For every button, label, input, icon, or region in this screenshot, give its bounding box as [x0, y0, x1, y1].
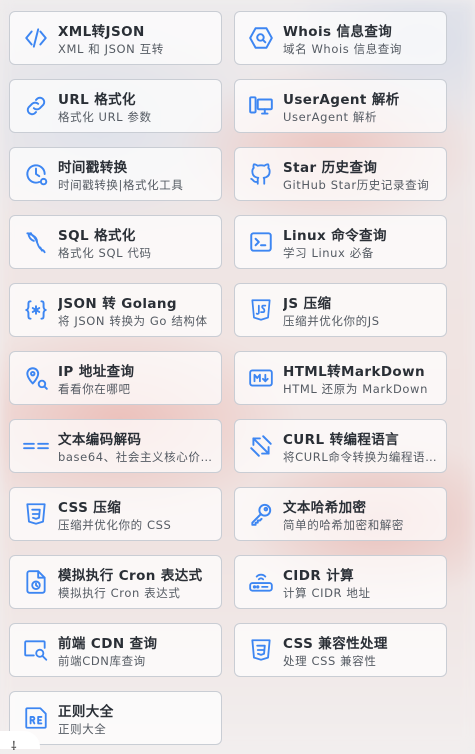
tool-title: Linux 命令查询	[283, 228, 387, 244]
tool-title: 前端 CDN 查询	[58, 636, 158, 652]
tool-title: URL 格式化	[58, 92, 136, 108]
tool-title: JSON 转 Golang	[58, 296, 177, 312]
equals-icon	[23, 433, 49, 459]
regex-icon	[23, 705, 49, 731]
tool-card-js-minify[interactable]: JS 压缩 压缩并优化你的JS	[234, 283, 447, 337]
tool-desc: 计算 CIDR 地址	[283, 586, 371, 600]
terminal-icon	[248, 229, 274, 255]
tool-card-url-format[interactable]: URL 格式化 格式化 URL 参数	[9, 79, 222, 133]
tool-card-whois[interactable]: Whois 信息查询 域名 Whois 信息查询	[234, 11, 447, 65]
search-screen-icon	[23, 637, 49, 663]
tool-desc: 看看你在哪吧	[58, 382, 131, 396]
tool-desc: 简单的哈希加密和解密	[283, 518, 404, 532]
tool-card-text-hash[interactable]: 文本哈希加密 简单的哈希加密和解密	[234, 487, 447, 541]
tool-card-cdn-lookup[interactable]: 前端 CDN 查询 前端CDN库查询	[9, 623, 222, 677]
tool-desc: 前端CDN库查询	[58, 654, 146, 668]
tool-title: 时间戳转换	[58, 160, 128, 176]
tool-desc: GitHub Star历史记录查询	[283, 178, 430, 192]
css-badge-icon	[248, 637, 274, 663]
tool-title: CSS 压缩	[58, 500, 122, 516]
tool-title: 正则大全	[58, 704, 114, 720]
tool-desc: 处理 CSS 兼容性	[283, 654, 377, 668]
tool-desc: base64、社会主义核心价值观编码	[58, 450, 216, 464]
tool-card-linux-command[interactable]: Linux 命令查询 学习 Linux 必备	[234, 215, 447, 269]
tool-title: HTML转MarkDown	[283, 364, 425, 380]
tool-card-sql-format[interactable]: SQL 格式化 格式化 SQL 代码	[9, 215, 222, 269]
tool-card-css-minify[interactable]: CSS 压缩 压缩并优化你的 CSS	[9, 487, 222, 541]
schedule-icon	[23, 569, 49, 595]
pin-icon: ⸸	[11, 739, 17, 753]
tool-title: CSS 兼容性处理	[283, 636, 388, 652]
database-icon	[23, 229, 49, 255]
tool-desc: 格式化 URL 参数	[58, 110, 152, 124]
clock-icon	[23, 161, 49, 187]
link-icon	[23, 93, 49, 119]
tool-desc: 格式化 SQL 代码	[58, 246, 152, 260]
tool-title: 模拟执行 Cron 表达式	[58, 568, 203, 584]
tool-title: IP 地址查询	[58, 364, 135, 380]
router-icon	[248, 569, 274, 595]
tool-card-json-golang[interactable]: JSON 转 Golang 将 JSON 转换为 Go 结构体	[9, 283, 222, 337]
tool-desc: XML 和 JSON 互转	[58, 42, 164, 56]
js-icon	[248, 297, 274, 323]
tool-title: XML转JSON	[58, 24, 145, 40]
tool-card-xml-json[interactable]: XML转JSON XML 和 JSON 互转	[9, 11, 222, 65]
tool-desc: HTML 还原为 MarkDown	[283, 382, 428, 396]
floating-corner-button[interactable]: ⸸	[0, 731, 40, 753]
tool-title: Whois 信息查询	[283, 24, 393, 40]
key-icon	[248, 501, 274, 527]
tool-card-star-history[interactable]: Star 历史查询 GitHub Star历史记录查询	[234, 147, 447, 201]
tool-card-curl-convert[interactable]: CURL 转编程语言 将CURL命令转换为编程语言代码	[234, 419, 447, 473]
location-icon	[23, 365, 49, 391]
tool-title: CIDR 计算	[283, 568, 355, 584]
tool-title: CURL 转编程语言	[283, 432, 400, 448]
tool-card-html-markdown[interactable]: HTML转MarkDown HTML 还原为 MarkDown	[234, 351, 447, 405]
tool-desc: 时间戳转换|格式化工具	[58, 178, 184, 192]
tool-title: JS 压缩	[283, 296, 332, 312]
tool-card-regex[interactable]: 正则大全 正则大全	[9, 691, 222, 745]
tool-desc: UserAgent 解析	[283, 110, 378, 124]
tool-card-css-compat[interactable]: CSS 兼容性处理 处理 CSS 兼容性	[234, 623, 447, 677]
markdown-icon	[248, 365, 274, 391]
css-icon	[23, 501, 49, 527]
tool-desc: 域名 Whois 信息查询	[283, 42, 402, 56]
tool-desc: 正则大全	[58, 722, 107, 736]
tool-desc: 学习 Linux 必备	[283, 246, 374, 260]
tool-desc: 将 JSON 转换为 Go 结构体	[58, 314, 208, 328]
arrows-icon	[248, 433, 274, 459]
tool-title: 文本编码解码	[58, 432, 142, 448]
tool-title: SQL 格式化	[58, 228, 136, 244]
tool-title: Star 历史查询	[283, 160, 378, 176]
tool-card-cron[interactable]: 模拟执行 Cron 表达式 模拟执行 Cron 表达式	[9, 555, 222, 609]
tool-card-timestamp[interactable]: 时间戳转换 时间戳转换|格式化工具	[9, 147, 222, 201]
tool-title: 文本哈希加密	[283, 500, 367, 516]
tool-desc: 模拟执行 Cron 表达式	[58, 586, 181, 600]
devices-icon	[248, 93, 274, 119]
code-icon	[23, 25, 49, 51]
tool-card-ip-lookup[interactable]: IP 地址查询 看看你在哪吧	[9, 351, 222, 405]
tool-desc: 压缩并优化你的 CSS	[58, 518, 172, 532]
tool-card-useragent[interactable]: UserAgent 解析 UserAgent 解析	[234, 79, 447, 133]
whois-icon	[248, 25, 274, 51]
tool-desc: 将CURL命令转换为编程语言代码	[283, 450, 441, 464]
tool-card-text-encode[interactable]: 文本编码解码 base64、社会主义核心价值观编码	[9, 419, 222, 473]
github-icon	[248, 161, 274, 187]
tool-title: UserAgent 解析	[283, 92, 400, 108]
tool-desc: 压缩并优化你的JS	[283, 314, 380, 328]
braces-icon	[23, 297, 49, 323]
tool-card-cidr[interactable]: CIDR 计算 计算 CIDR 地址	[234, 555, 447, 609]
